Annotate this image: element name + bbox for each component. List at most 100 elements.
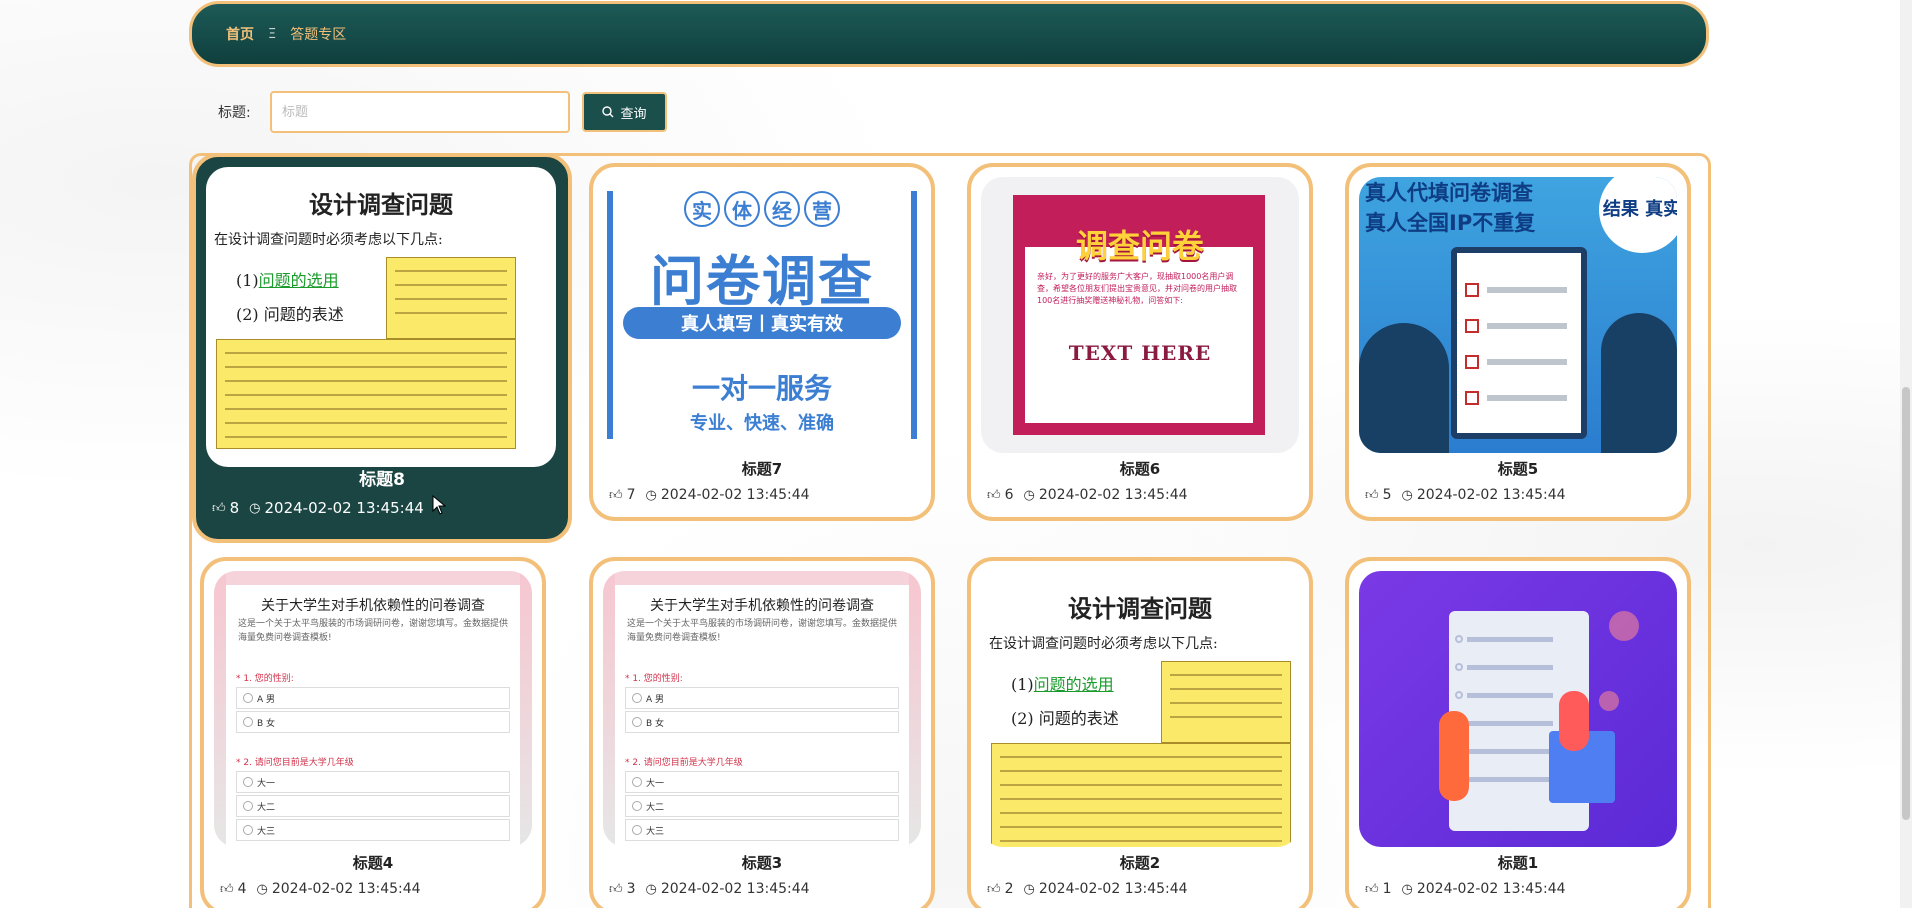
thumb-badge: 结果 真实: [1599, 177, 1677, 253]
thumb-scroll-body: [991, 743, 1291, 847]
question-card[interactable]: 真人代填问卷调查 真人全国IP不重复 结果 真实 标题5 👍︎ 5 ◷ 2024…: [1345, 163, 1691, 521]
checkbox-icon: [1465, 391, 1479, 405]
card-thumbnail-image[interactable]: 设计调查问题 在设计调查问题时必须考虑以下几点: (1)问题的选用 (2) 问题…: [206, 167, 556, 467]
card-title[interactable]: 标题3: [593, 852, 931, 873]
thumb-option-2: (2) 问题的表述: [236, 305, 344, 324]
breadcrumb-current[interactable]: 答题专区: [290, 24, 346, 44]
thumbs-up-icon[interactable]: 👍︎: [212, 501, 226, 516]
card-title[interactable]: 标题7: [593, 458, 931, 479]
thumb-option: 大一: [625, 771, 899, 793]
thumb-option: 大一: [236, 771, 510, 793]
question-card[interactable]: 设计调查问题 在设计调查问题时必须考虑以下几点: (1)问题的选用 (2) 问题…: [192, 153, 572, 543]
card-meta: 👍︎ 1 ◷ 2024-02-02 13:45:44: [1365, 881, 1566, 897]
thumb-subtitle: 这是一个关于太平鸟服装的市场调研问卷，谢谢您填写。金数据提供海量免费问卷调查模板…: [238, 619, 509, 643]
thumbs-up-icon[interactable]: 👍︎: [220, 882, 234, 897]
card-thumbnail-image[interactable]: 真人代填问卷调查 真人全国IP不重复 结果 真实: [1359, 177, 1677, 453]
card-thumbnail-image[interactable]: 关于大学生对手机依赖性的问卷调查 这是一个关于太平鸟服装的市场调研问卷，谢谢您填…: [214, 571, 532, 847]
thumbs-up-icon[interactable]: 👍︎: [609, 882, 623, 897]
thumbs-up-icon[interactable]: 👍︎: [609, 488, 623, 503]
thumb-pill: 真人填写丨真实有效: [623, 307, 901, 339]
hand-icon: [1601, 313, 1677, 453]
card-meta: 👍︎ 3 ◷ 2024-02-02 13:45:44: [609, 881, 810, 897]
scrollbar-thumb[interactable]: [1902, 387, 1910, 820]
clipboard-icon: [1451, 247, 1587, 439]
thumb-question-1: * 1. 您的性别:: [625, 674, 683, 684]
thumb-intro: 在设计调查问题时必须考虑以下几点:: [214, 232, 443, 248]
thumb-subtitle: 这是一个关于太平鸟服装的市场调研问卷，谢谢您填写。金数据提供海量免费问卷调查模板…: [627, 619, 898, 643]
thumb-circle-char: 体: [724, 191, 760, 227]
like-count: 2: [1004, 881, 1014, 897]
card-timestamp: 2024-02-02 13:45:44: [1416, 881, 1566, 897]
thumbs-up-icon[interactable]: 👍︎: [987, 882, 1001, 897]
search-icon: [602, 106, 614, 118]
card-meta: 👍︎ 7 ◷ 2024-02-02 13:45:44: [609, 487, 810, 503]
card-thumbnail-image[interactable]: [1359, 571, 1677, 847]
card-thumbnail-image[interactable]: 关于大学生对手机依赖性的问卷调查 这是一个关于太平鸟服装的市场调研问卷，谢谢您填…: [603, 571, 921, 847]
thumb-body: 亲好，为了更好的服务广大客户，现抽取1000名用户调查，希望各位朋友们提出宝贵意…: [1037, 272, 1237, 305]
card-title[interactable]: 标题5: [1349, 458, 1687, 479]
thumb-circles: 实体经营: [603, 191, 921, 227]
question-card[interactable]: 关于大学生对手机依赖性的问卷调查 这是一个关于太平鸟服装的市场调研问卷，谢谢您填…: [200, 557, 546, 908]
clock-icon: ◷: [249, 500, 261, 516]
thumb-big-title: 问卷调查: [650, 250, 874, 313]
thumb-option: B 女: [625, 711, 899, 733]
search-button[interactable]: 查询: [582, 92, 667, 132]
question-card[interactable]: 调查问卷 亲好，为了更好的服务广大客户，现抽取1000名用户调查，希望各位朋友们…: [967, 163, 1313, 521]
clock-icon: ◷: [1401, 487, 1413, 503]
clock-icon: ◷: [1401, 881, 1413, 897]
card-title[interactable]: 标题6: [971, 458, 1309, 479]
card-thumbnail-image[interactable]: 设计调查问题 在设计调查问题时必须考虑以下几点: (1)问题的选用 (2) 问题…: [981, 571, 1299, 847]
card-timestamp: 2024-02-02 13:45:44: [264, 499, 424, 517]
question-card[interactable]: 标题1 👍︎ 1 ◷ 2024-02-02 13:45:44: [1345, 557, 1691, 908]
card-thumbnail-image[interactable]: 实体经营 问卷调查 真人填写丨真实有效 一对一服务 专业、快速、准确: [603, 177, 921, 453]
thumbs-up-icon[interactable]: 👍︎: [1365, 488, 1379, 503]
clock-icon: ◷: [1023, 881, 1035, 897]
thumb-option: A 男: [236, 687, 510, 709]
person-icon: [1559, 691, 1589, 751]
thumb-option: B 女: [236, 711, 510, 733]
thumb-line-2: 真人全国IP不重复: [1365, 211, 1536, 235]
thumb-heading: 调查问卷: [1075, 227, 1204, 265]
search-row: 标题: 查询: [218, 91, 667, 133]
thumb-option: 大三: [236, 819, 510, 841]
card-timestamp: 2024-02-02 13:45:44: [1038, 881, 1188, 897]
card-meta: 👍︎ 2 ◷ 2024-02-02 13:45:44: [987, 881, 1188, 897]
thumb-heading: 设计调查问题: [1068, 594, 1212, 623]
card-thumbnail-image[interactable]: 调查问卷 亲好，为了更好的服务广大客户，现抽取1000名用户调查，希望各位朋友们…: [981, 177, 1299, 453]
scrollbar-track[interactable]: [1900, 0, 1912, 908]
question-card[interactable]: 设计调查问题 在设计调查问题时必须考虑以下几点: (1)问题的选用 (2) 问题…: [967, 557, 1313, 908]
card-title[interactable]: 标题4: [204, 852, 542, 873]
search-button-label: 查询: [620, 106, 647, 122]
thumbs-up-icon[interactable]: 👍︎: [987, 488, 1001, 503]
thumb-mid-title: 一对一服务: [691, 372, 832, 405]
thumb-question-1: * 1. 您的性别:: [236, 674, 294, 684]
thumb-circle-char: 实: [684, 191, 720, 227]
card-timestamp: 2024-02-02 13:45:44: [1038, 487, 1188, 503]
thumb-heading: 关于大学生对手机依赖性的问卷调查: [261, 598, 485, 614]
thumbs-up-icon[interactable]: 👍︎: [1365, 882, 1379, 897]
like-count: 4: [237, 881, 247, 897]
search-input[interactable]: [270, 91, 570, 133]
card-title[interactable]: 标题8: [196, 465, 568, 490]
thumb-small-title: 专业、快速、准确: [690, 413, 834, 434]
thumb-circle-char: 营: [804, 191, 840, 227]
thumb-line-1: 真人代填问卷调查: [1365, 181, 1533, 205]
checkbox-icon: [1465, 355, 1479, 369]
hand-icon: [1359, 323, 1449, 453]
thumb-option: A 男: [625, 687, 899, 709]
thumb-scroll-note: [386, 257, 516, 339]
thumb-option: 大三: [625, 819, 899, 841]
breadcrumb-home-link[interactable]: 首页: [226, 24, 254, 44]
search-label: 标题:: [218, 105, 251, 121]
thumb-scroll-note: [1161, 661, 1291, 743]
thumb-text-here: TEXT HERE: [1068, 341, 1212, 365]
question-card[interactable]: 实体经营 问卷调查 真人填写丨真实有效 一对一服务 专业、快速、准确 标题7 👍…: [589, 163, 935, 521]
card-title[interactable]: 标题2: [971, 852, 1309, 873]
card-meta: 👍︎ 8 ◷ 2024-02-02 13:45:44: [212, 499, 424, 517]
card-timestamp: 2024-02-02 13:45:44: [660, 881, 810, 897]
question-card[interactable]: 关于大学生对手机依赖性的问卷调查 这是一个关于太平鸟服装的市场调研问卷，谢谢您填…: [589, 557, 935, 908]
like-count: 5: [1382, 487, 1392, 503]
like-count: 6: [1004, 487, 1014, 503]
breadcrumb-separator-icon: Ξ: [268, 26, 277, 42]
card-title[interactable]: 标题1: [1349, 852, 1687, 873]
